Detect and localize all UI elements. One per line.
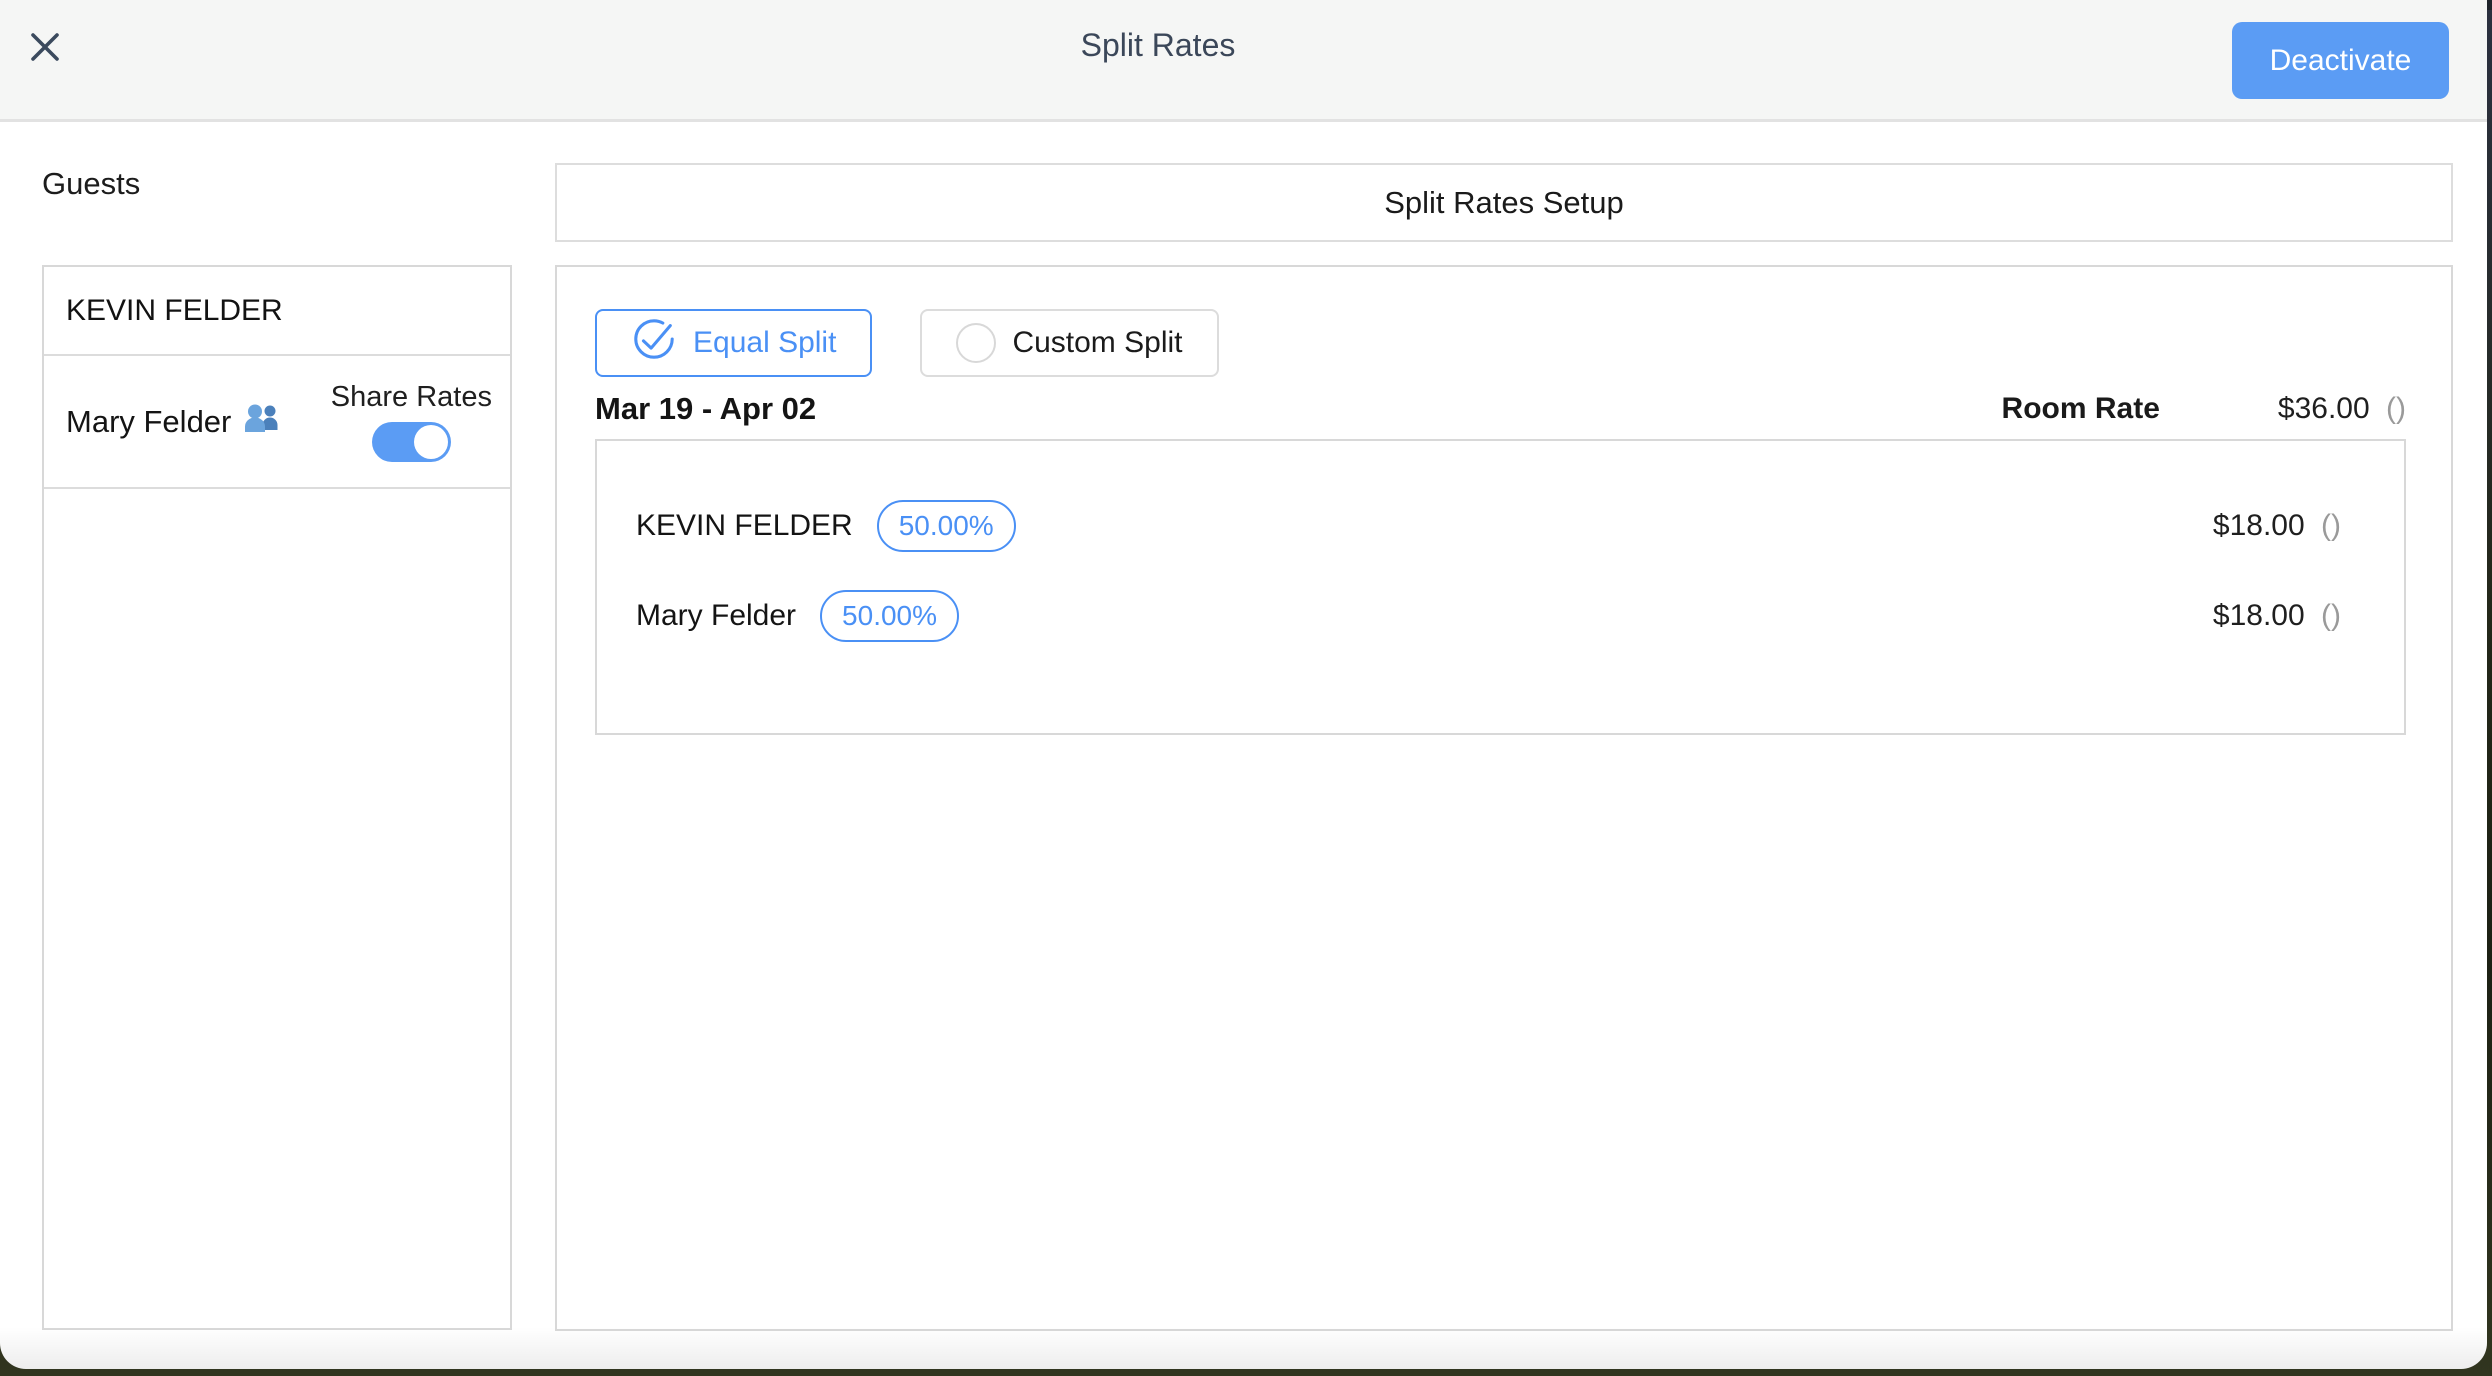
guest-name: Mary Felder [66, 404, 231, 440]
radio-circle-icon [956, 323, 996, 363]
setup-title: Split Rates Setup [1384, 185, 1624, 221]
guests-heading: Guests [42, 166, 140, 202]
date-rate-row: Mar 19 - Apr 02 Room Rate $36.00 () [595, 391, 2406, 427]
split-mode-options: Equal Split Custom Split [595, 309, 2406, 377]
room-rate-note: () [2386, 392, 2406, 425]
split-setup-panel: Equal Split Custom Split Mar 19 - Apr 02… [555, 265, 2453, 1331]
split-amount-note: () [2321, 509, 2341, 542]
room-rate-label: Room Rate [2002, 392, 2160, 426]
split-percent-pill[interactable]: 50.00% [877, 500, 1016, 552]
split-percent-pill[interactable]: 50.00% [820, 590, 959, 642]
modal-title: Split Rates [1081, 27, 1236, 64]
split-rates-modal: Split Rates Deactivate Guests KEVIN FELD… [0, 0, 2487, 1369]
guests-list: KEVIN FELDER Mary Felder Share [42, 265, 512, 1330]
split-amount: $18.00 [2213, 509, 2305, 542]
guest-split-row: KEVIN FELDER 50.00% $18.00 () [636, 481, 2341, 571]
custom-split-button[interactable]: Custom Split [920, 309, 1218, 377]
equal-split-label: Equal Split [693, 326, 836, 360]
split-guest-name: Mary Felder [636, 599, 796, 633]
custom-split-label: Custom Split [1012, 326, 1182, 360]
users-icon [243, 402, 281, 442]
room-rate-amount: $36.00 [2278, 392, 2370, 425]
guest-row[interactable]: Mary Felder Share Rates [44, 356, 510, 489]
date-range: Mar 19 - Apr 02 [595, 391, 816, 427]
share-rates-toggle[interactable] [372, 422, 451, 462]
split-amount-note: () [2321, 599, 2341, 632]
setup-header: Split Rates Setup [555, 163, 2453, 242]
screen: Split Rates Deactivate Guests KEVIN FELD… [0, 0, 2492, 1376]
close-button[interactable] [28, 26, 76, 70]
close-icon [28, 30, 62, 67]
share-rates-label: Share Rates [331, 381, 492, 414]
split-guest-name: KEVIN FELDER [636, 509, 853, 543]
guest-split-row: Mary Felder 50.00% $18.00 () [636, 571, 2341, 661]
deactivate-button[interactable]: Deactivate [2232, 22, 2449, 99]
primary-guest-row[interactable]: KEVIN FELDER [44, 267, 510, 356]
toggle-knob [414, 425, 448, 459]
split-amount: $18.00 [2213, 599, 2305, 632]
equal-split-button[interactable]: Equal Split [595, 309, 872, 377]
check-circle-icon [631, 316, 677, 370]
primary-guest-name: KEVIN FELDER [66, 294, 283, 328]
modal-header: Split Rates Deactivate [0, 0, 2487, 122]
guest-splits-box: KEVIN FELDER 50.00% $18.00 () Mary Felde… [595, 439, 2406, 735]
